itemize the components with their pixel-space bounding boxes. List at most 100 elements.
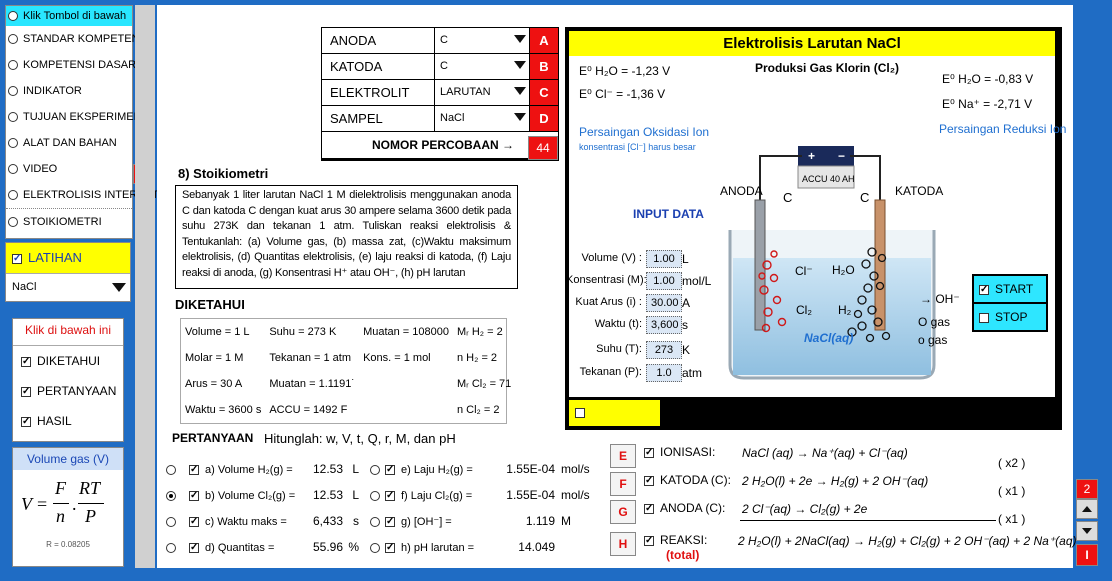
start-toggle[interactable]: ✓ START (974, 276, 1046, 302)
scroll-down-button[interactable] (1076, 521, 1098, 541)
checkbox-checked-icon[interactable]: ✓ (644, 535, 654, 546)
menu-item[interactable]: ALAT DAN BAHAN (6, 130, 132, 156)
klik-item[interactable]: ✓ HASIL (13, 406, 123, 436)
checkbox-checked-icon[interactable]: ✓ (979, 284, 989, 295)
setup-row-letter-button[interactable]: B (530, 54, 558, 79)
known-row: Waktu = 3600 s ACCU = 1492 F n Cl₂ = 2 (181, 397, 515, 423)
checkbox-checked-icon[interactable]: ✓ (644, 503, 654, 514)
setup-row-letter-button[interactable]: C (530, 80, 558, 105)
radio-icon[interactable] (8, 112, 18, 123)
equation-label-text: REAKSI: (660, 533, 708, 547)
checkbox-checked-icon[interactable]: ✓ (189, 491, 199, 502)
checkbox-checked-icon[interactable]: ✓ (21, 386, 31, 397)
menu-item[interactable]: TUJUAN EKSPERIMEN (6, 104, 142, 130)
setup-row: ANODA C A (322, 28, 558, 54)
klik-item[interactable]: ✓ DIKETAHUI (13, 346, 123, 376)
checkbox-icon[interactable] (575, 408, 585, 418)
menu-item[interactable]: STANDAR KOMPETENSI (6, 26, 150, 52)
setup-row-select[interactable]: NaCl (435, 106, 530, 131)
known-cell: Volume = 1 L (185, 326, 250, 338)
input-field[interactable]: 3,600 (646, 316, 682, 334)
nomor-percobaan-label: NOMOR PERCOBAAN → (371, 138, 514, 152)
input-field[interactable]: 1.00 (646, 272, 682, 290)
start-stop-panel: ✓ START STOP (972, 274, 1048, 332)
checkbox-checked-icon[interactable]: ✓ (12, 253, 22, 264)
known-cell: Waktu = 3600 s (185, 404, 262, 416)
question-unit: mol/s (561, 488, 590, 502)
input-label: Tekanan (P): (579, 366, 642, 378)
radio-icon[interactable] (166, 517, 176, 528)
checkbox-checked-icon[interactable]: ✓ (644, 475, 654, 486)
scroll-strip (135, 5, 155, 568)
dropdown-arrow-icon[interactable] (514, 61, 526, 69)
stop-toggle[interactable]: STOP (974, 304, 1046, 330)
radio-icon[interactable] (8, 11, 18, 22)
input-title: INPUT DATA (633, 207, 704, 221)
menu-item[interactable]: VIDEO (6, 156, 132, 182)
known-cell: Mᵣ H₂ = 2 (457, 326, 503, 338)
radio-icon[interactable] (8, 217, 18, 228)
input-field[interactable]: 1.00 (646, 250, 682, 268)
equation-text: 2 H₂O(l) + 2NaCl(aq) → H₂(g) + Cl₂(g) + … (738, 534, 1077, 548)
menu-header: Klik Tombol di bawah (6, 6, 132, 26)
menu-item[interactable]: STOIKIOMETRI (6, 208, 132, 235)
checkbox-checked-icon[interactable]: ✓ (385, 543, 395, 554)
menu-item[interactable]: INDIKATOR (6, 78, 132, 104)
checkbox-icon[interactable] (979, 312, 989, 323)
menu-item-label: ALAT DAN BAHAN (23, 137, 117, 149)
radio-icon[interactable] (166, 543, 176, 554)
sample-select[interactable]: NaCl (6, 273, 130, 301)
setup-row: ELEKTROLIT LARUTAN C (322, 80, 558, 106)
checkbox-checked-icon[interactable]: ✓ (189, 465, 199, 476)
checkbox-checked-icon[interactable]: ✓ (189, 517, 199, 528)
radio-icon[interactable] (8, 190, 18, 201)
formula-title: Volume gas (V) (13, 448, 123, 470)
radio-icon[interactable] (370, 491, 380, 502)
menu-item-label: STANDAR KOMPETENSI (23, 33, 150, 45)
radio-icon[interactable] (8, 34, 18, 45)
setup-row-letter-button[interactable]: A (530, 28, 558, 53)
radio-icon[interactable] (166, 465, 176, 476)
checkbox-checked-icon[interactable]: ✓ (644, 447, 654, 458)
radio-icon[interactable] (166, 491, 176, 502)
dropdown-arrow-icon[interactable] (112, 283, 126, 292)
dropdown-arrow-icon[interactable] (514, 35, 526, 43)
equation-letter-button[interactable]: G (610, 500, 636, 524)
checkbox-checked-icon[interactable]: ✓ (189, 543, 199, 554)
radio-icon[interactable] (8, 86, 18, 97)
setup-row-letter-button[interactable]: D (530, 106, 558, 131)
checkbox-checked-icon[interactable]: ✓ (21, 356, 31, 367)
radio-icon[interactable] (370, 465, 380, 476)
radio-icon[interactable] (8, 164, 18, 175)
latihan-checkbox-row[interactable]: ✓ LATIHAN (6, 243, 130, 273)
klik-item[interactable]: ✓ PERTANYAAN (13, 376, 123, 406)
equation-letter-button[interactable]: H (610, 532, 636, 556)
setup-row-select[interactable]: C (435, 28, 530, 53)
checkbox-checked-icon[interactable]: ✓ (385, 465, 395, 476)
i-button[interactable]: I (1076, 544, 1098, 566)
known-row: Volume = 1 L Suhu = 273 K Muatan = 108000 M… (181, 319, 515, 345)
scroll-up-button[interactable] (1076, 499, 1098, 519)
input-field[interactable]: 1.0 (646, 364, 682, 382)
checkbox-checked-icon[interactable]: ✓ (385, 517, 395, 528)
radio-icon[interactable] (8, 60, 18, 71)
question-label: d) Quantitas = (205, 542, 275, 554)
radio-icon[interactable] (370, 517, 380, 528)
dropdown-arrow-icon[interactable] (514, 113, 526, 121)
checkbox-checked-icon[interactable]: ✓ (21, 416, 31, 427)
equation-multiplier: ( x1 ) (998, 512, 1026, 526)
equation-letter-button[interactable]: F (610, 472, 636, 496)
setup-row-select[interactable]: C (435, 54, 530, 79)
input-field[interactable]: 273 (646, 341, 682, 359)
checkbox-checked-icon[interactable]: ✓ (385, 491, 395, 502)
equation-letter-button[interactable]: E (610, 444, 636, 468)
dropdown-arrow-icon[interactable] (514, 87, 526, 95)
radio-icon[interactable] (370, 543, 380, 554)
menu-item[interactable]: ELEKTROLISIS INTERAKTIF (6, 182, 168, 208)
equation-label: ✓ ANODA (C): (644, 501, 725, 515)
radio-icon[interactable] (8, 138, 18, 149)
input-field[interactable]: 30.00 (646, 294, 682, 312)
menu-item[interactable]: KOMPETENSI DASAR (6, 52, 136, 78)
known-row: Molar = 1 M Tekanan = 1 atm Kons. = 1 mol n… (181, 345, 515, 371)
setup-row-select[interactable]: LARUTAN (435, 80, 530, 105)
